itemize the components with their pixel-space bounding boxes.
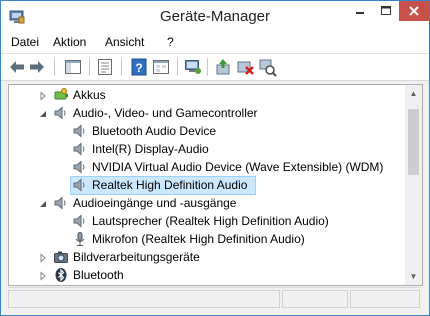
computer-monitor-icon[interactable] (183, 57, 203, 77)
close-button[interactable] (399, 1, 429, 21)
status-cell (8, 290, 280, 308)
vertical-scrollbar[interactable]: ▲ ▼ (405, 85, 422, 285)
view-icon[interactable] (151, 57, 171, 77)
close-icon (409, 6, 419, 16)
svg-text:?: ? (135, 61, 142, 75)
expand-arrow-icon[interactable] (38, 252, 48, 263)
toolbar-separator (177, 58, 178, 76)
camera-icon (53, 249, 69, 265)
menu-help[interactable]: ? (167, 35, 174, 49)
speaker-icon (72, 141, 88, 157)
menu-datei[interactable]: Datei (11, 35, 39, 49)
tree-item-label: Bildverarbeitungsgeräte (73, 250, 200, 264)
device-tree[interactable]: Akkus Audio-, Video- und Gamecontroller … (8, 84, 423, 286)
speaker-icon (72, 123, 88, 139)
tree-item-bluetooth-audio-device[interactable]: Bluetooth Audio Device (9, 122, 405, 140)
tree-item-audio-video-gamecontroller[interactable]: Audio-, Video- und Gamecontroller (9, 104, 405, 122)
menu-ansicht[interactable]: Ansicht (105, 35, 144, 49)
tree-item-label: Intel(R) Display-Audio (92, 142, 209, 156)
help-icon[interactable]: ? (129, 57, 149, 77)
maximize-icon (381, 6, 391, 15)
toolbar: ? (1, 54, 429, 81)
menu-aktion[interactable]: Aktion (53, 35, 86, 49)
title-bar[interactable]: Geräte-Manager (1, 1, 429, 31)
tree-item-intel-display-audio[interactable]: Intel(R) Display-Audio (9, 140, 405, 158)
tree-item-label: Audioeingänge und -ausgänge (73, 196, 237, 210)
status-cell (282, 290, 348, 308)
tree-item-label: Realtek High Definition Audio (92, 178, 248, 192)
status-bar (8, 287, 421, 308)
battery-icon (53, 87, 69, 103)
maximize-button[interactable] (373, 1, 399, 21)
speaker-icon (53, 195, 69, 211)
tree-item-lautsprecher[interactable]: Lautsprecher (Realtek High Definition Au… (9, 212, 405, 230)
speaker-icon (53, 105, 69, 121)
scroll-down-arrow-icon[interactable]: ▼ (405, 268, 422, 285)
speaker-icon (72, 159, 88, 175)
uninstall-device-icon[interactable] (235, 57, 255, 77)
toolbar-separator (89, 58, 90, 76)
properties-icon[interactable] (95, 57, 115, 77)
toolbar-separator (207, 58, 208, 76)
tree-item-label: Bluetooth (73, 268, 124, 282)
tree-item-label: Bluetooth Audio Device (92, 124, 217, 138)
speaker-icon (72, 213, 88, 229)
device-manager-window: Geräte-Manager Datei Aktion Ansicht ? ? … (0, 0, 430, 316)
speaker-icon (72, 177, 88, 193)
back-arrow-icon[interactable] (7, 57, 27, 77)
scan-hardware-icon[interactable] (257, 57, 277, 77)
bluetooth-icon (53, 267, 69, 283)
show-hide-console-tree-icon[interactable] (63, 57, 83, 77)
tree-item-bluetooth[interactable]: Bluetooth (9, 266, 405, 284)
minimize-button[interactable] (347, 1, 373, 21)
tree-item-akkus[interactable]: Akkus (9, 86, 405, 104)
collapse-arrow-icon[interactable] (38, 108, 48, 118)
tree-item-realtek-high-definition-audio[interactable]: Realtek High Definition Audio (9, 176, 405, 195)
tree-item-label: Audio-, Video- und Gamecontroller (73, 106, 258, 120)
tree-item-mikrofon[interactable]: Mikrofon (Realtek High Definition Audio) (9, 230, 405, 248)
minimize-icon (356, 12, 364, 14)
menu-bar: Datei Aktion Ansicht ? (1, 31, 429, 54)
update-driver-icon[interactable] (213, 57, 233, 77)
forward-arrow-icon[interactable] (27, 57, 47, 77)
tree-item-label: Lautsprecher (Realtek High Definition Au… (92, 214, 329, 228)
tree-item-label: NVIDIA Virtual Audio Device (Wave Extens… (92, 160, 384, 174)
tree-item-label: Akkus (73, 88, 106, 102)
status-cell (350, 290, 420, 308)
collapse-arrow-icon[interactable] (38, 198, 48, 208)
expand-arrow-icon[interactable] (38, 90, 48, 101)
scrollbar-thumb[interactable] (408, 109, 419, 175)
scroll-up-arrow-icon[interactable]: ▲ (405, 85, 422, 102)
tree-item-label: Mikrofon (Realtek High Definition Audio) (92, 232, 305, 246)
tree-item-nvidia-virtual-audio-device[interactable]: NVIDIA Virtual Audio Device (Wave Extens… (9, 158, 405, 176)
tree-item-bildverarbeitungsgeraete[interactable]: Bildverarbeitungsgeräte (9, 248, 405, 266)
toolbar-separator (54, 58, 55, 76)
microphone-icon (72, 231, 88, 247)
toolbar-separator (121, 58, 122, 76)
tree-item-audioeingaenge-und-ausgaenge[interactable]: Audioeingänge und -ausgänge (9, 194, 405, 212)
expand-arrow-icon[interactable] (38, 270, 48, 281)
